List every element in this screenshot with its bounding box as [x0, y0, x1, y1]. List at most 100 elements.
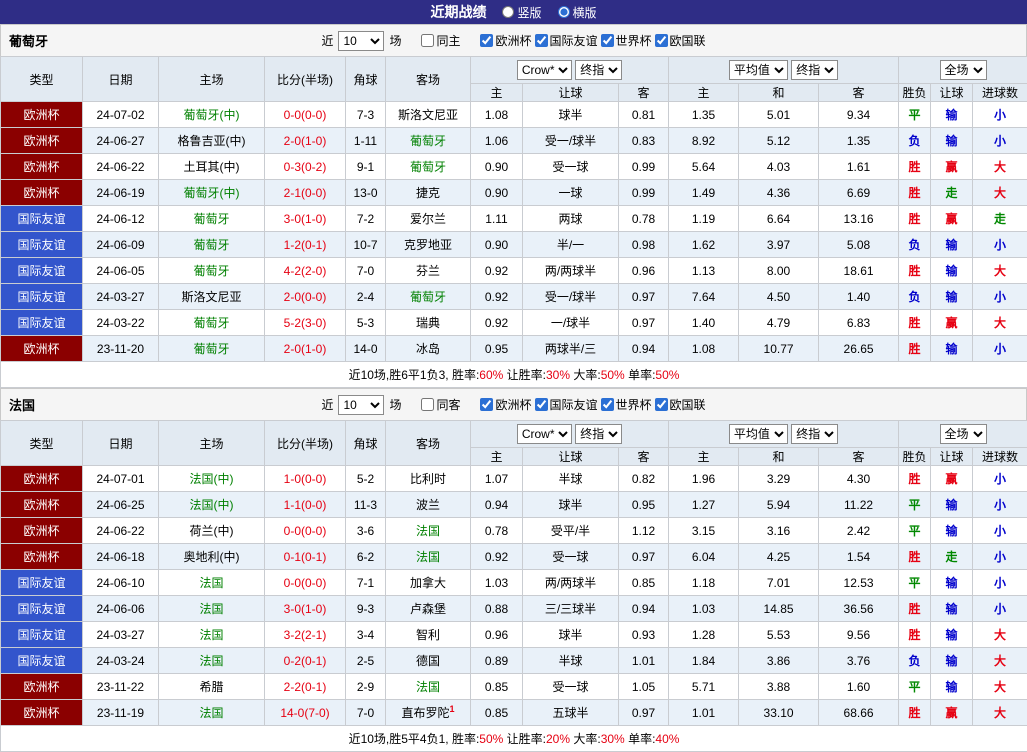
- comp-filter-friendly-checkbox[interactable]: [535, 34, 548, 47]
- same-home-checkbox[interactable]: [421, 34, 434, 47]
- comp-filter-euro-checkbox[interactable]: [480, 398, 493, 411]
- handicap-result-cell: 赢: [931, 700, 973, 726]
- horizontal-layout-option[interactable]: 横版: [558, 4, 597, 21]
- same-home-filter[interactable]: 同主: [421, 32, 460, 49]
- avg-away-cell: 1.61: [819, 154, 899, 180]
- comp-filter-euro[interactable]: 欧洲杯: [480, 32, 531, 49]
- comp-filter-worldcup-checkbox[interactable]: [601, 398, 614, 411]
- scope-select[interactable]: 全场: [940, 60, 987, 80]
- match-count-select[interactable]: 10: [338, 395, 384, 415]
- comp-filter-worldcup[interactable]: 世界杯: [601, 396, 652, 413]
- handicap-result-cell: 输: [931, 492, 973, 518]
- average-select[interactable]: 平均值: [729, 60, 788, 80]
- date-cell: 24-06-25: [83, 492, 159, 518]
- corners-cell: 7-0: [346, 700, 386, 726]
- comp-filter-nationsleague-checkbox[interactable]: [655, 398, 668, 411]
- sub-header-handicap: 让球: [523, 84, 619, 102]
- avg-draw-cell: 3.16: [739, 518, 819, 544]
- france-section-header: 法国 近 10 场 同客 欧洲杯 国际友谊: [0, 388, 1027, 420]
- away-team-cell: 葡萄牙: [386, 284, 471, 310]
- comp-filter-friendly[interactable]: 国际友谊: [535, 396, 598, 413]
- comp-filter-nationsleague[interactable]: 欧国联: [655, 396, 706, 413]
- final-index-select-2[interactable]: 终指: [791, 60, 838, 80]
- bookmaker-select[interactable]: Crow*: [517, 60, 572, 80]
- home-odds-cell: 1.07: [471, 466, 523, 492]
- result-cell: 胜: [899, 180, 931, 206]
- handicap-cell: 两球: [523, 206, 619, 232]
- home-team-cell: 葡萄牙: [159, 310, 265, 336]
- vertical-layout-option[interactable]: 竖版: [502, 4, 541, 21]
- competition-cell: 国际友谊: [1, 570, 83, 596]
- summary-row: 近10场,胜6平1负3, 胜率:60% 让胜率:30% 大率:50% 单率:50…: [1, 362, 1027, 388]
- same-away-filter[interactable]: 同客: [421, 396, 460, 413]
- col-header-corners: 角球: [346, 421, 386, 466]
- result-cell: 胜: [899, 336, 931, 362]
- comp-filter-euro-checkbox[interactable]: [480, 34, 493, 47]
- goals-result-cell: 小: [973, 466, 1027, 492]
- handicap-cell: 受一/球半: [523, 284, 619, 310]
- home-odds-cell: 0.78: [471, 518, 523, 544]
- unit-label: 场: [389, 396, 401, 413]
- col-header-date: 日期: [83, 421, 159, 466]
- scope-select[interactable]: 全场: [940, 424, 987, 444]
- away-team-name: 法国: [416, 550, 440, 564]
- avg-away-cell: 11.22: [819, 492, 899, 518]
- corners-cell: 1-11: [346, 128, 386, 154]
- away-odds-cell: 0.97: [619, 544, 669, 570]
- handicap-result-cell: 输: [931, 284, 973, 310]
- avg-home-cell: 1.01: [669, 700, 739, 726]
- avg-away-cell: 1.35: [819, 128, 899, 154]
- bookmaker-select[interactable]: Crow*: [517, 424, 572, 444]
- comp-filter-nationsleague[interactable]: 欧国联: [655, 32, 706, 49]
- comp-filter-worldcup[interactable]: 世界杯: [601, 32, 652, 49]
- portugal-section-header: 葡萄牙 近 10 场 同主 欧洲杯 国际友谊: [0, 24, 1027, 56]
- final-index-select-2[interactable]: 终指: [791, 424, 838, 444]
- result-cell: 平: [899, 102, 931, 128]
- avg-home-cell: 1.62: [669, 232, 739, 258]
- match-row: 国际友谊 24-06-12 葡萄牙 3-0(1-0) 7-2 爱尔兰 1.11 …: [1, 206, 1027, 232]
- avg-draw-cell: 3.86: [739, 648, 819, 674]
- away-odds-cell: 1.12: [619, 518, 669, 544]
- final-index-select[interactable]: 终指: [575, 60, 622, 80]
- date-cell: 24-06-09: [83, 232, 159, 258]
- handicap-result-cell: 输: [931, 674, 973, 700]
- comp-filter-friendly[interactable]: 国际友谊: [535, 32, 598, 49]
- avg-away-cell: 68.66: [819, 700, 899, 726]
- avg-draw-cell: 4.03: [739, 154, 819, 180]
- results-topbar: 近期战绩 竖版 横版: [0, 0, 1027, 24]
- match-row: 欧洲杯 24-07-02 葡萄牙(中) 0-0(0-0) 7-3 斯洛文尼亚 1…: [1, 102, 1027, 128]
- comp-filter-nationsleague-checkbox[interactable]: [655, 34, 668, 47]
- handicap-cell: 半球: [523, 648, 619, 674]
- col-header-type: 类型: [1, 57, 83, 102]
- result-cell: 负: [899, 284, 931, 310]
- same-away-checkbox[interactable]: [421, 398, 434, 411]
- competition-cell: 欧洲杯: [1, 336, 83, 362]
- average-select[interactable]: 平均值: [729, 424, 788, 444]
- sub-header-result: 胜负: [899, 84, 931, 102]
- average-group-header: 平均值 终指: [669, 57, 899, 84]
- avg-home-cell: 1.18: [669, 570, 739, 596]
- match-row: 欧洲杯 23-11-22 希腊 2-2(0-1) 2-9 法国 0.85 受一球…: [1, 674, 1027, 700]
- avg-home-cell: 1.13: [669, 258, 739, 284]
- home-odds-cell: 1.06: [471, 128, 523, 154]
- goals-result-cell: 大: [973, 310, 1027, 336]
- horizontal-layout-radio[interactable]: [558, 6, 570, 18]
- match-row: 国际友谊 24-03-24 法国 0-2(0-1) 2-5 德国 0.89 半球…: [1, 648, 1027, 674]
- handicap-cell: 两球半/三: [523, 336, 619, 362]
- vertical-layout-radio[interactable]: [502, 6, 514, 18]
- handicap-result-cell: 输: [931, 570, 973, 596]
- away-team-cell: 爱尔兰: [386, 206, 471, 232]
- home-team-cell: 法国: [159, 700, 265, 726]
- handicap-cell: 受一/球半: [523, 128, 619, 154]
- avg-away-cell: 6.69: [819, 180, 899, 206]
- final-index-select[interactable]: 终指: [575, 424, 622, 444]
- comp-filter-friendly-checkbox[interactable]: [535, 398, 548, 411]
- comp-filter-euro[interactable]: 欧洲杯: [480, 396, 531, 413]
- score-cell: 1-0(0-0): [265, 466, 346, 492]
- handicap-cell: 球半: [523, 492, 619, 518]
- comp-filter-worldcup-checkbox[interactable]: [601, 34, 614, 47]
- handicap-cell: 受一球: [523, 154, 619, 180]
- col-header-type: 类型: [1, 421, 83, 466]
- match-count-select[interactable]: 10: [338, 31, 384, 51]
- score-cell: 0-2(0-1): [265, 648, 346, 674]
